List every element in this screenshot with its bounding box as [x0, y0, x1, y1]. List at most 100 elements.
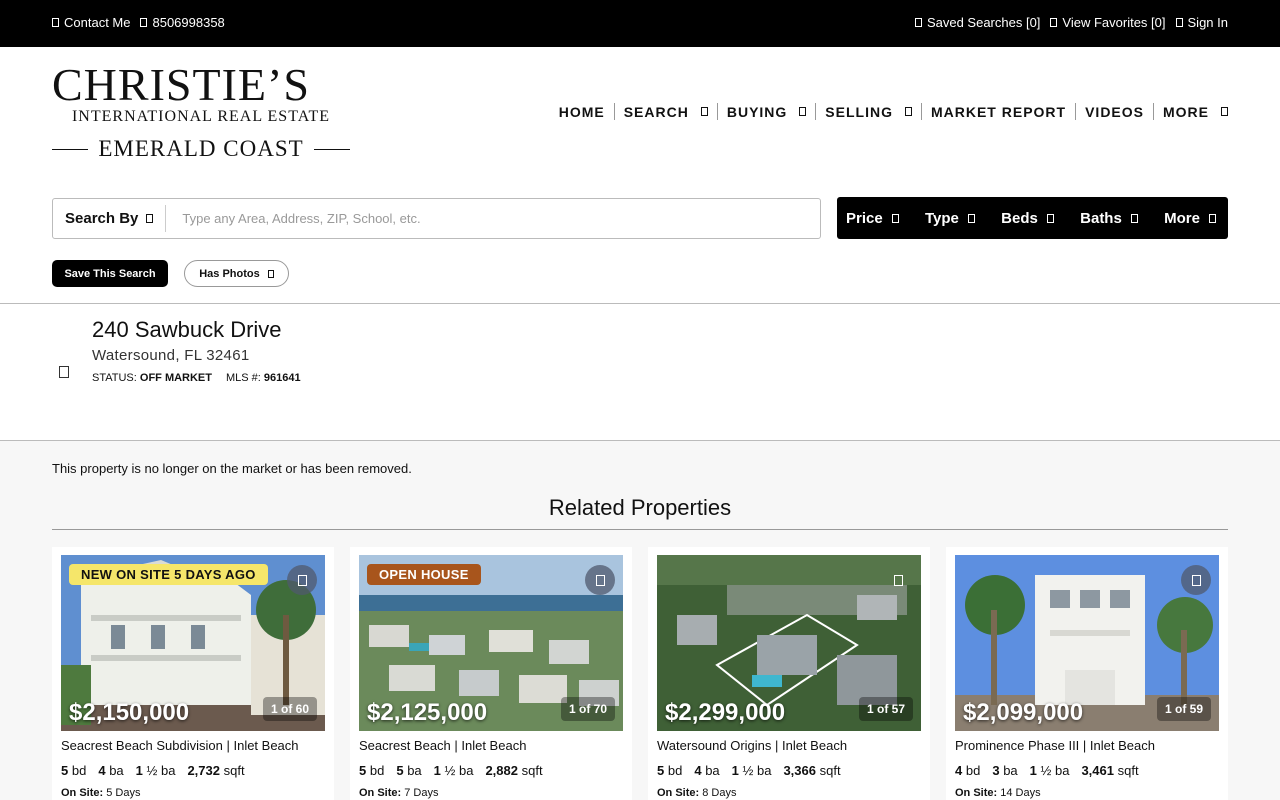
spec-half-baths: 1 ½ ba	[1030, 763, 1070, 778]
logo-line-3-row: EMERALD COAST	[52, 136, 350, 162]
property-card[interactable]: OPEN HOUSE $2,125,000 1 of 70 Seacrest B…	[350, 547, 632, 800]
site-logo[interactable]: CHRISTIE’S INTERNATIONAL REAL ESTATE EME…	[52, 62, 352, 162]
contact-me-link[interactable]: Contact Me	[52, 15, 130, 30]
spec-beds: 4 bd	[955, 763, 980, 778]
nav-market-report[interactable]: MARKET REPORT	[922, 104, 1075, 120]
nav-videos[interactable]: VIDEOS	[1076, 104, 1153, 120]
divider	[52, 529, 1228, 530]
heart-icon	[297, 574, 307, 586]
spec-baths: 5 ba	[396, 763, 421, 778]
card-title[interactable]: Seacrest Beach Subdivision | Inlet Beach	[61, 738, 299, 753]
property-photo[interactable]: OPEN HOUSE $2,125,000 1 of 70	[359, 555, 623, 731]
heart-icon	[893, 574, 903, 586]
filter-more-label: More	[1164, 209, 1200, 227]
search-icon	[914, 18, 922, 27]
filter-price-label: Price	[846, 209, 883, 227]
filter-beds[interactable]: Beds	[1001, 210, 1054, 227]
search-input[interactable]	[166, 199, 820, 238]
chevron-down-icon	[904, 107, 912, 116]
half-baths-value: 1	[731, 763, 739, 778]
nav-search[interactable]: SEARCH	[615, 104, 717, 120]
filter-baths[interactable]: Baths	[1080, 210, 1138, 227]
spec-half-baths: 1 ½ ba	[732, 763, 772, 778]
property-address: 240 Sawbuck Drive	[92, 317, 282, 342]
property-card[interactable]: $2,299,000 1 of 57 Watersound Origins | …	[648, 547, 930, 800]
heart-icon	[1050, 18, 1058, 27]
beds-value: 5	[657, 763, 665, 778]
has-photos-toggle[interactable]: Has Photos	[184, 260, 289, 287]
view-favorites-label: View Favorites [0]	[1062, 15, 1166, 30]
contact-me-label: Contact Me	[64, 15, 131, 30]
filter-type[interactable]: Type	[925, 210, 975, 227]
logo-line-3: EMERALD COAST	[98, 136, 304, 161]
chevron-down-icon	[700, 107, 708, 116]
nav-selling-label: SELLING	[825, 103, 893, 120]
property-photo[interactable]: $2,299,000 1 of 57	[657, 555, 921, 731]
property-city: Watersound, FL 32461	[92, 347, 250, 364]
favorite-heart-icon[interactable]	[59, 366, 69, 378]
sign-in-link[interactable]: Sign In	[1175, 15, 1228, 30]
half-baths-value: 1	[433, 763, 441, 778]
related-heading: Related Properties	[548, 495, 732, 520]
checkbox-icon	[267, 269, 274, 278]
card-onsite: On Site: 5 Days	[61, 787, 140, 799]
favorite-button[interactable]	[585, 565, 615, 595]
filter-type-label: Type	[924, 209, 959, 227]
favorite-button[interactable]	[1181, 565, 1211, 595]
spec-sqft: 3,461 sqft	[1081, 763, 1138, 778]
chevron-down-icon	[1046, 213, 1054, 223]
favorite-button[interactable]	[883, 565, 913, 595]
logo-line-1: CHRISTIE’S	[52, 59, 310, 110]
save-search-button[interactable]: Save This Search	[52, 260, 168, 287]
baths-value: 5	[396, 763, 404, 778]
view-favorites-link[interactable]: View Favorites [0]	[1050, 15, 1166, 30]
spec-sqft: 2,732 sqft	[187, 763, 244, 778]
baths-unit: ba	[407, 763, 422, 778]
nav-search-label: SEARCH	[623, 103, 689, 120]
property-card[interactable]: $2,099,000 1 of 59 Prominence Phase III …	[946, 547, 1228, 800]
property-card[interactable]: NEW ON SITE 5 DAYS AGO $2,150,000 1 of 6…	[52, 547, 334, 800]
spec-baths: 3 ba	[992, 763, 1017, 778]
half-baths-unit: ½ ba	[1040, 763, 1070, 778]
card-title[interactable]: Watersound Origins | Inlet Beach	[657, 738, 847, 753]
saved-searches-label: Saved Searches [0]	[926, 15, 1041, 30]
favorite-button[interactable]	[287, 565, 317, 595]
property-photo[interactable]: $2,099,000 1 of 59	[955, 555, 1219, 731]
baths-value: 4	[98, 763, 106, 778]
nav-more-label: MORE	[1163, 103, 1209, 120]
card-price: $2,299,000	[665, 699, 786, 726]
spec-baths: 4 ba	[694, 763, 719, 778]
logo-rule-left	[52, 148, 89, 150]
card-title[interactable]: Seacrest Beach | Inlet Beach	[359, 738, 526, 753]
onsite-label: On Site:	[955, 787, 998, 799]
half-baths-unit: ½ ba	[146, 763, 176, 778]
heart-icon	[1191, 574, 1201, 586]
removed-notice: This property is no longer on the market…	[52, 461, 412, 476]
card-title[interactable]: Prominence Phase III | Inlet Beach	[955, 738, 1155, 753]
filter-price[interactable]: Price	[846, 210, 899, 227]
property-photo[interactable]: NEW ON SITE 5 DAYS AGO $2,150,000 1 of 6…	[61, 555, 325, 731]
phone-link[interactable]: 8506998358	[140, 15, 225, 30]
user-icon	[1175, 18, 1183, 27]
nav-home[interactable]: HOME	[550, 104, 614, 120]
card-price: $2,150,000	[69, 699, 190, 726]
status-badge: NEW ON SITE 5 DAYS AGO	[69, 564, 268, 585]
card-onsite: On Site: 8 Days	[657, 787, 736, 799]
filter-more[interactable]: More	[1164, 210, 1216, 227]
sqft-value: 3,366	[783, 763, 816, 778]
beds-value: 4	[955, 763, 963, 778]
saved-searches-link[interactable]: Saved Searches [0]	[914, 15, 1041, 30]
spec-sqft: 3,366 sqft	[783, 763, 840, 778]
nav-buying[interactable]: BUYING	[718, 104, 815, 120]
nav-selling[interactable]: SELLING	[816, 104, 921, 120]
sqft-value: 3,461	[1081, 763, 1114, 778]
card-onsite: On Site: 14 Days	[955, 787, 1041, 799]
nav-more[interactable]: MORE	[1154, 104, 1228, 120]
baths-value: 4	[694, 763, 702, 778]
property-mls: MLS #: 961641	[226, 372, 301, 384]
nav-buying-label: BUYING	[726, 103, 788, 120]
beds-unit: bd	[71, 763, 87, 778]
search-by-label: Search By	[65, 210, 139, 227]
search-by-dropdown[interactable]: Search By	[53, 205, 167, 232]
card-specs: 5 bd 5 ba 1 ½ ba 2,882 sqft	[359, 763, 543, 778]
